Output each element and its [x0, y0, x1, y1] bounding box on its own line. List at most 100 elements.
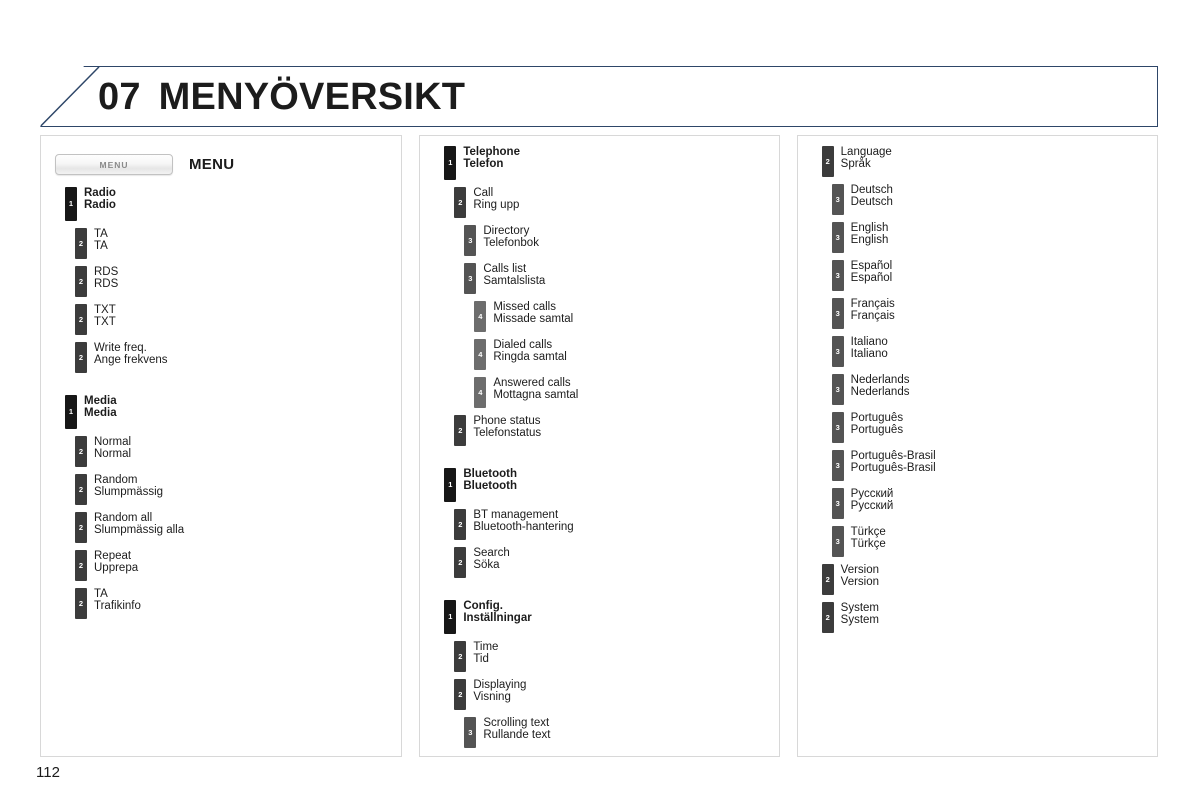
- menu-item-label-sv: Español: [850, 272, 893, 285]
- menu-item-labels: Phone status Telefonstatus: [473, 415, 541, 440]
- menu-level-badge: 3: [831, 488, 844, 519]
- menu-item-labels: Config. Inställningar: [463, 600, 531, 625]
- menu-item-labels: Calls list Samtalslista: [483, 263, 545, 288]
- menu-item-labels: TA Trafikinfo: [94, 588, 141, 613]
- menu-item-label-sv: Telefonstatus: [473, 427, 542, 440]
- menu-item-label-sv: Slumpmässig: [94, 486, 164, 499]
- menu-item-labels: Missed calls Missade samtal: [493, 301, 573, 326]
- menu-item-labels: System System: [841, 602, 879, 627]
- menu-item-label-en: Version: [840, 564, 880, 576]
- menu-item-label-sv: Português-Brasil: [850, 462, 936, 475]
- menu-level-badge: 2: [75, 588, 87, 619]
- menu-tree-item: 2 Phone status Telefonstatus: [454, 415, 768, 446]
- menu-level-badge: 3: [464, 717, 477, 748]
- menu-tree-item: 3 Português Português: [831, 412, 1147, 443]
- menu-item-label-sv: Söka: [473, 559, 500, 572]
- menu-item-labels: Write freq. Ange frekvens: [94, 342, 168, 367]
- menu-item-label-en: English: [850, 222, 889, 234]
- menu-item-labels: Español Español: [851, 260, 893, 285]
- menu-item-label-en: Call: [473, 187, 494, 199]
- menu-button-graphic[interactable]: MENU: [55, 154, 173, 175]
- menu-item-label-en: Media: [84, 395, 117, 407]
- menu-level-badge: 3: [831, 184, 844, 215]
- menu-tree-item: 3 Türkçe Türkçe: [831, 526, 1147, 557]
- menu-item-label-en: Displaying: [473, 679, 527, 691]
- menu-item-labels: Displaying Visning: [473, 679, 526, 704]
- menu-item-labels: Radio Radio: [84, 187, 116, 212]
- menu-item-label-en: Write freq.: [94, 342, 147, 354]
- menu-tree-item: 3 Français Français: [831, 298, 1147, 329]
- menu-item-labels: Version Version: [841, 564, 879, 589]
- menu-tree-item: 2 BT management Bluetooth-hantering: [454, 509, 768, 540]
- menu-item-label-sv: Trafikinfo: [94, 600, 141, 613]
- menu-item-labels: Normal Normal: [94, 436, 131, 461]
- menu-tree-item: 2 Random Slumpmässig: [75, 474, 391, 505]
- menu-item-label-en: Bluetooth: [463, 468, 517, 480]
- menu-level-badge: 2: [454, 509, 467, 540]
- menu-item-label-sv: Nederlands: [850, 386, 910, 399]
- menu-tree-item: 2 TA TA: [75, 228, 391, 259]
- menu-level-badge: 3: [464, 263, 477, 294]
- menu-level-badge: 1: [65, 395, 77, 429]
- menu-item-label-en: TXT: [94, 304, 116, 316]
- menu-item-labels: Language Språk: [841, 146, 892, 171]
- menu-tree-item: 2 Time Tid: [454, 641, 768, 672]
- menu-item-labels: Deutsch Deutsch: [851, 184, 893, 209]
- menu-tree-item: 2 Version Version: [821, 564, 1147, 595]
- menu-item-label-en: Normal: [94, 436, 132, 448]
- menu-item-label-sv: Bluetooth: [463, 480, 517, 493]
- menu-item-label-en: Dialed calls: [493, 339, 553, 351]
- page-number: 112: [36, 764, 60, 781]
- panel-language-version-system: 2 Language Språk 3 Deutsch Deutsch 3 English Eng…: [796, 135, 1158, 757]
- menu-level-badge: 3: [831, 298, 844, 329]
- menu-item-label-en: Repeat: [94, 550, 132, 562]
- menu-item-labels: Answered calls Mottagna samtal: [493, 377, 578, 402]
- chapter-number: 07: [98, 75, 141, 118]
- menu-item-label-en: Deutsch: [850, 184, 893, 196]
- menu-button-label: MENU: [99, 159, 129, 170]
- menu-item-label-sv: Språk: [840, 158, 871, 171]
- menu-item-label-en: RDS: [94, 266, 119, 278]
- menu-tree-item: 2 Random all Slumpmässig alla: [75, 512, 391, 543]
- menu-level-badge: 2: [75, 228, 87, 259]
- menu-item-label-sv: Radio: [84, 199, 116, 212]
- menu-item-label-sv: Normal: [94, 448, 132, 461]
- menu-item-label-sv: Telefonbok: [483, 237, 539, 250]
- menu-caption: MENU: [189, 156, 235, 173]
- menu-level-badge: 1: [444, 146, 457, 180]
- menu-tree-item: 3 Español Español: [831, 260, 1147, 291]
- menu-item-label-sv: Upprepa: [94, 562, 139, 575]
- menu-item-label-sv: Ange frekvens: [94, 354, 168, 367]
- menu-item-labels: Media Media: [84, 395, 117, 420]
- menu-item-labels: Repeat Upprepa: [94, 550, 138, 575]
- menu-item-label-en: Directory: [483, 225, 530, 237]
- menu-item-labels: RDS RDS: [94, 266, 118, 291]
- menu-item-label-sv: Rullande text: [483, 729, 551, 742]
- menu-item-label-en: Answered calls: [493, 377, 571, 389]
- menu-item-label-en: Time: [473, 641, 499, 653]
- menu-tree-item: 3 Italiano Italiano: [831, 336, 1147, 367]
- menu-item-labels: Random all Slumpmässig alla: [94, 512, 184, 537]
- menu-level-badge: 2: [75, 512, 87, 543]
- menu-tree-item: 2 Search Söka: [454, 547, 768, 578]
- menu-item-label-sv: Slumpmässig alla: [94, 524, 185, 537]
- menu-item-label-sv: Ringda samtal: [493, 351, 567, 364]
- menu-item-label-en: Calls list: [483, 263, 527, 275]
- menu-level-badge: 2: [75, 550, 87, 581]
- menu-item-label-sv: Tid: [473, 653, 489, 666]
- menu-level-badge: 3: [831, 450, 844, 481]
- menu-item-label-sv: English: [850, 234, 889, 247]
- menu-item-label-en: Config.: [463, 600, 503, 612]
- menu-item-labels: English English: [851, 222, 889, 247]
- menu-item-label-sv: Telefon: [463, 158, 504, 171]
- tree-column-0: 1 Radio Radio 2 TA TA 2 RDS RDS 2 TXT TXT 2 Write fre…: [53, 187, 391, 619]
- menu-tree-item: 2 Call Ring upp: [454, 187, 768, 218]
- menu-level-badge: 2: [75, 304, 87, 335]
- chapter-title: MENYÖVERSIKT: [158, 75, 466, 118]
- tree-column-1: 1 Telephone Telefon 2 Call Ring upp 3 Directory…: [432, 146, 768, 748]
- menu-tree-item: 3 English English: [831, 222, 1147, 253]
- menu-key-row: MENU MENU: [55, 154, 391, 175]
- menu-item-label-en: Scrolling text: [483, 717, 550, 729]
- menu-item-label-sv: Missade samtal: [493, 313, 574, 326]
- menu-tree-item: 4 Missed calls Missade samtal: [474, 301, 768, 332]
